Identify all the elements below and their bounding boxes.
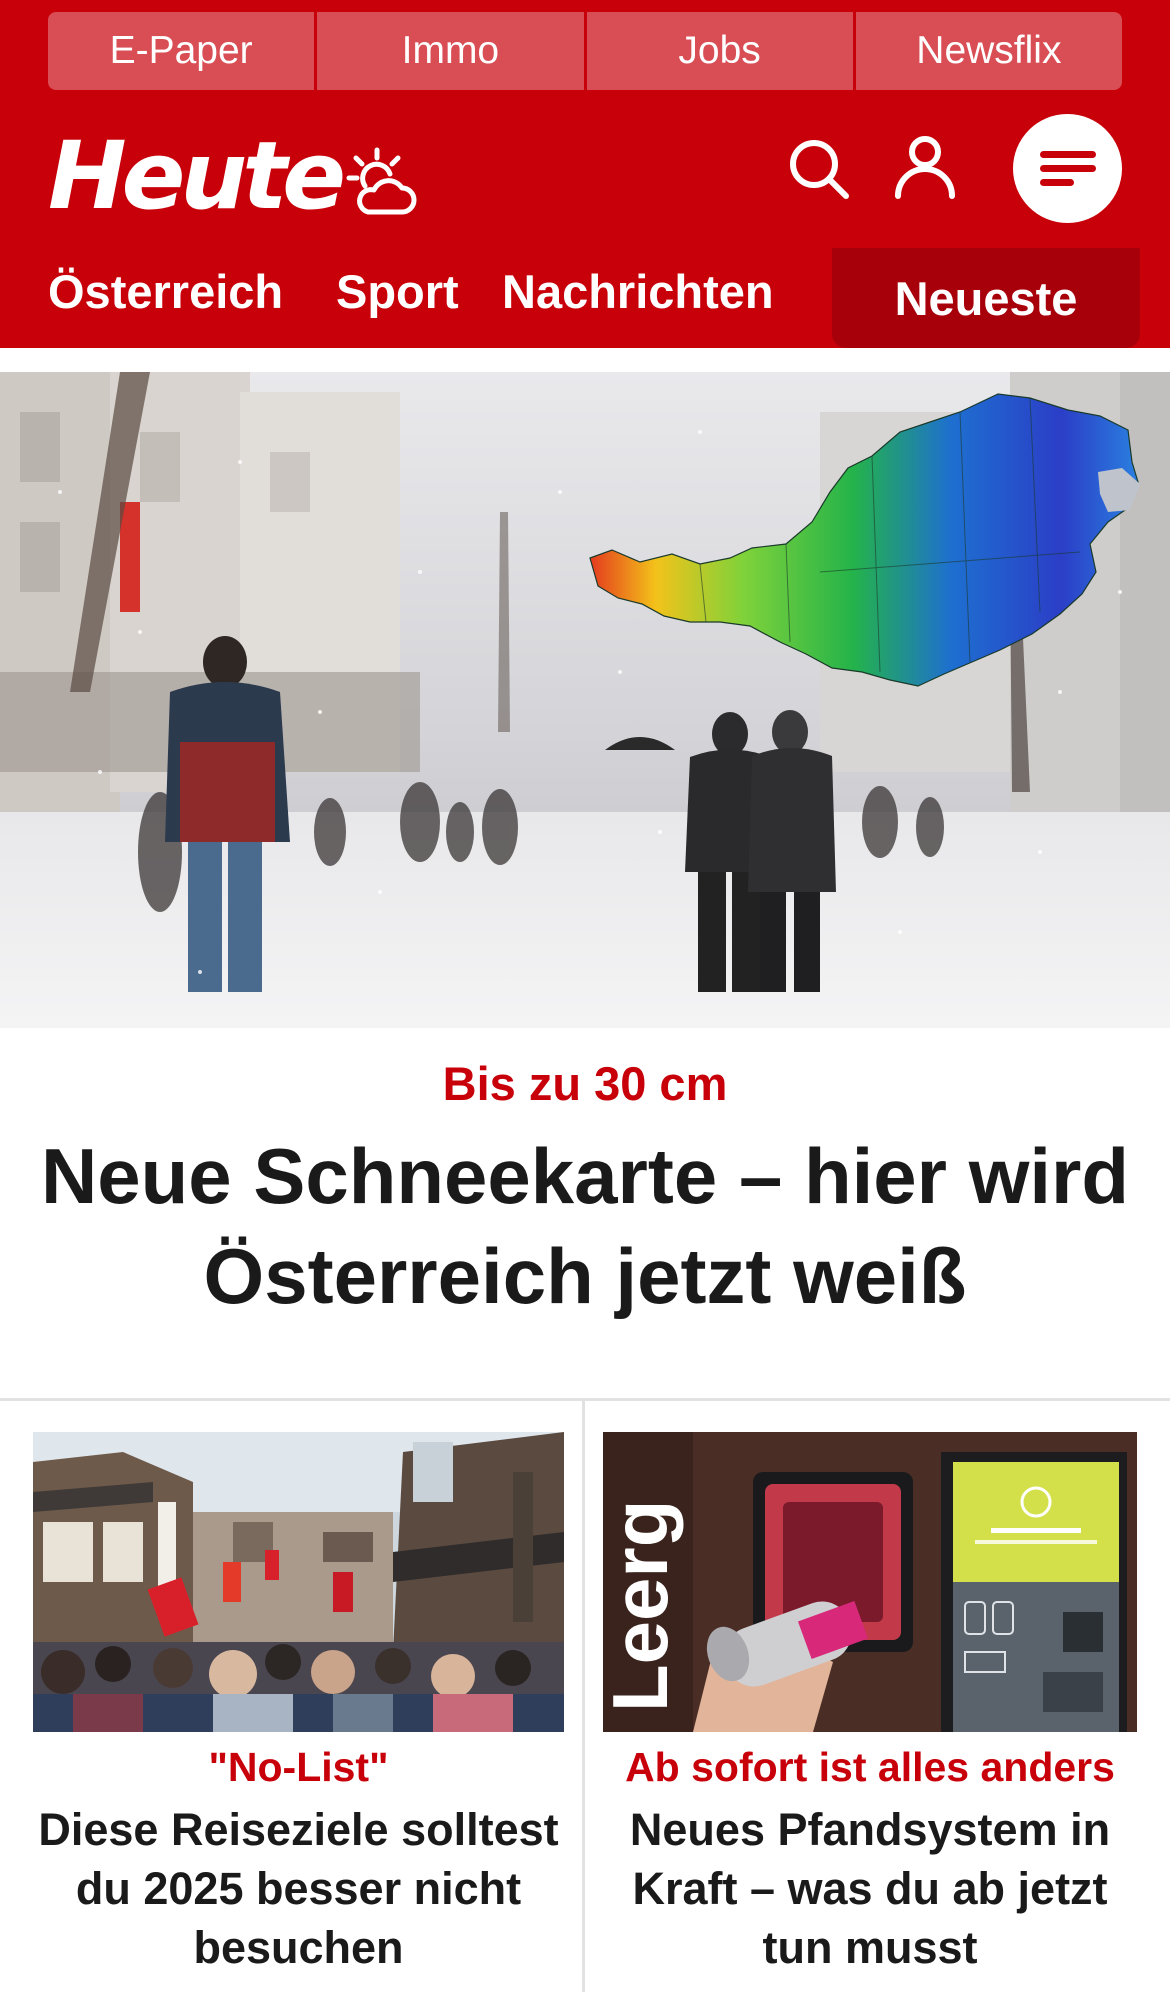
top-nav: E-Paper Immo Jobs Newsflix — [48, 12, 1122, 90]
hero-headline[interactable]: Neue Schneekarte – hier wird Österreich … — [40, 1126, 1130, 1326]
teaser-image-pfand[interactable]: Leerg — [603, 1432, 1137, 1732]
topnav-jobs[interactable]: Jobs — [583, 12, 853, 90]
nav-nachrichten[interactable]: Nachrichten — [502, 264, 774, 319]
menu-button[interactable] — [1013, 114, 1122, 223]
user-icon[interactable] — [892, 134, 958, 200]
section-divider — [0, 1398, 1170, 1401]
topnav-newsflix[interactable]: Newsflix — [852, 12, 1122, 90]
menu-icon — [1039, 144, 1096, 193]
nav-neueste[interactable]: Neueste — [832, 248, 1140, 348]
nav-oesterreich[interactable]: Österreich — [48, 264, 283, 319]
topnav-epaper[interactable]: E-Paper — [48, 12, 315, 90]
hero-image-art — [0, 372, 1170, 1028]
teaser-headline-pfand[interactable]: Neues Pfandsystem in Kraft – was du ab j… — [603, 1800, 1137, 1977]
teaser-kicker-pfand[interactable]: Ab sofort ist alles anders — [603, 1744, 1137, 1791]
nav-sport[interactable]: Sport — [336, 264, 459, 319]
teaser-image-pfand-art: Leerg — [603, 1432, 1137, 1732]
hero-image[interactable] — [0, 372, 1170, 1028]
teaser-image-travel[interactable] — [33, 1432, 564, 1732]
site-logo[interactable]: Heute — [48, 122, 346, 232]
topnav-immo[interactable]: Immo — [314, 12, 584, 90]
hero-kicker[interactable]: Bis zu 30 cm — [0, 1056, 1170, 1111]
svg-text:Leerg: Leerg — [603, 1500, 684, 1712]
teaser-headline-travel[interactable]: Diese Reiseziele solltest du 2025 besser… — [33, 1800, 564, 1977]
teaser-image-travel-art — [33, 1432, 564, 1732]
teaser-kicker-travel[interactable]: "No-List" — [33, 1744, 564, 1791]
column-divider — [582, 1400, 585, 1992]
search-icon[interactable] — [786, 136, 852, 202]
site-header: E-Paper Immo Jobs Newsflix Heute Österre… — [0, 0, 1170, 348]
weather-sun-cloud-icon[interactable] — [346, 146, 418, 220]
